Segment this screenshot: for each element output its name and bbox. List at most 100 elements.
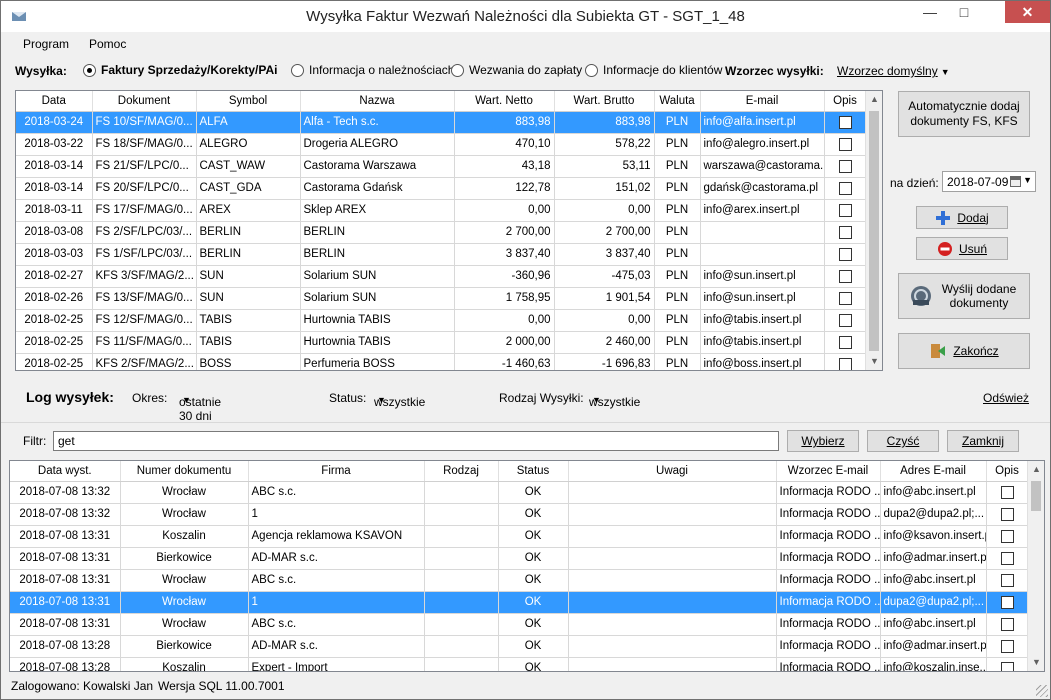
- opis-checkbox[interactable]: [838, 225, 852, 239]
- resize-grip[interactable]: [1036, 685, 1048, 697]
- doc-row[interactable]: 2018-03-14 FS 20/SF/LPC/0... CAST_GDA Casto…: [16, 177, 867, 200]
- opis-checkbox[interactable]: [1000, 507, 1014, 521]
- doc-row[interactable]: 2018-03-08 FS 2/SF/LPC/03/... BERLIN BERLIN…: [16, 221, 867, 244]
- opis-checkbox[interactable]: [838, 269, 852, 283]
- doc-row[interactable]: 2018-02-25 KFS 2/SF/MAG/2... BOSS Perfumeri…: [16, 353, 867, 370]
- doc-row[interactable]: 2018-02-25 FS 12/SF/MAG/0... TABIS Hurtowni…: [16, 309, 867, 332]
- doc-header-1[interactable]: Dokument: [92, 91, 197, 112]
- doc-header-4[interactable]: Wart. Netto: [454, 91, 555, 112]
- doc-row[interactable]: 2018-02-27 KFS 3/SF/MAG/2... SUN Solarium S…: [16, 265, 867, 288]
- wyslij-button[interactable]: Wyślij dodane dokumenty: [898, 273, 1030, 319]
- czysc-button[interactable]: Czyść: [867, 430, 939, 452]
- opis-checkbox[interactable]: [838, 357, 852, 370]
- radio-informacja-dot[interactable]: [291, 63, 304, 77]
- radio-wezwania[interactable]: Wezwania do zapłaty: [451, 63, 582, 77]
- doc-opis-cell: [824, 155, 867, 178]
- zakoncz-button[interactable]: Zakończ: [898, 333, 1030, 369]
- opis-checkbox[interactable]: [838, 203, 852, 217]
- log-row[interactable]: 2018-07-08 13:31 Koszalin Agencja reklamow…: [10, 525, 1029, 548]
- scroll-thumb[interactable]: [869, 111, 879, 351]
- log-row[interactable]: 2018-07-08 13:31 Wrocław ABC s.c. OK Informa…: [10, 569, 1029, 592]
- log-row[interactable]: 2018-07-08 13:31 Wrocław ABC s.c. OK Informa…: [10, 613, 1029, 636]
- doc-row[interactable]: 2018-03-11 FS 17/SF/MAG/0... AREX Sklep ARE…: [16, 199, 867, 222]
- opis-checkbox[interactable]: [1000, 529, 1014, 543]
- log-cell: [568, 635, 777, 658]
- log-row[interactable]: 2018-07-08 13:31 Wrocław 1 OK Informacja ROD…: [10, 591, 1029, 614]
- date-picker[interactable]: 2018-07-09 ▼: [942, 171, 1036, 192]
- log-header-3[interactable]: Rodzaj: [424, 461, 499, 482]
- opis-checkbox[interactable]: [1000, 661, 1014, 671]
- log-header-6[interactable]: Wzorzec E-mail: [776, 461, 881, 482]
- scroll-up-icon[interactable]: ▲: [866, 91, 882, 108]
- opis-checkbox[interactable]: [838, 115, 852, 129]
- zamknij-button[interactable]: Zamknij: [947, 430, 1019, 452]
- log-header-2[interactable]: Firma: [248, 461, 425, 482]
- odswiez-link[interactable]: Odśwież: [983, 391, 1029, 405]
- log-header-1[interactable]: Numer dokumentu: [120, 461, 249, 482]
- opis-checkbox[interactable]: [838, 335, 852, 349]
- scroll-thumb[interactable]: [1031, 481, 1041, 511]
- log-cell: ABC s.c.: [248, 481, 425, 504]
- radio-wezwania-dot[interactable]: [451, 63, 464, 77]
- doc-header-8[interactable]: Opis: [824, 91, 867, 112]
- log-row[interactable]: 2018-07-08 13:32 Wrocław 1 OK Informacja ROD…: [10, 503, 1029, 526]
- opis-checkbox[interactable]: [838, 137, 852, 151]
- auto-add-button[interactable]: Automatycznie dodaj dokumenty FS, KFS: [898, 91, 1030, 137]
- log-header-8[interactable]: Opis: [986, 461, 1029, 482]
- opis-checkbox[interactable]: [1000, 639, 1014, 653]
- radio-faktury[interactable]: Faktury Sprzedaży/Korekty/PAi: [83, 63, 278, 77]
- doc-row[interactable]: 2018-02-26 FS 13/SF/MAG/0... SUN Solarium S…: [16, 287, 867, 310]
- log-row[interactable]: 2018-07-08 13:31 Bierkowice AD-MAR s.c. OK I…: [10, 547, 1029, 570]
- opis-checkbox[interactable]: [838, 291, 852, 305]
- maximize-button[interactable]: □: [947, 1, 981, 23]
- wzorzec-dropdown[interactable]: Wzorzec domyślny ▼: [837, 64, 950, 78]
- scroll-down-icon[interactable]: ▼: [866, 353, 882, 370]
- radio-informacje-klienci[interactable]: Informacje do klientów: [585, 63, 722, 77]
- minimize-button[interactable]: —: [913, 1, 947, 23]
- log-header-7[interactable]: Adres E-mail: [880, 461, 987, 482]
- opis-checkbox[interactable]: [1000, 573, 1014, 587]
- opis-checkbox[interactable]: [1000, 485, 1014, 499]
- radio-informacje-klienci-dot[interactable]: [585, 63, 598, 77]
- doc-header-7[interactable]: E-mail: [700, 91, 825, 112]
- log-row[interactable]: 2018-07-08 13:32 Wrocław ABC s.c. OK Informa…: [10, 481, 1029, 504]
- log-header-4[interactable]: Status: [498, 461, 569, 482]
- log-header-5[interactable]: Uwagi: [568, 461, 777, 482]
- opis-checkbox[interactable]: [1000, 595, 1014, 609]
- scroll-down-icon[interactable]: ▼: [1028, 654, 1044, 671]
- opis-checkbox[interactable]: [838, 247, 852, 261]
- usun-button[interactable]: Usuń: [916, 237, 1008, 260]
- filter-input[interactable]: get: [53, 431, 779, 451]
- opis-checkbox[interactable]: [1000, 551, 1014, 565]
- opis-checkbox[interactable]: [838, 313, 852, 327]
- doc-row[interactable]: 2018-03-24 FS 10/SF/MAG/0... ALFA Alfa - Te…: [16, 111, 867, 134]
- opis-checkbox[interactable]: [838, 159, 852, 173]
- log-row[interactable]: 2018-07-08 13:28 Bierkowice AD-MAR s.c. OK I…: [10, 635, 1029, 658]
- opis-checkbox[interactable]: [1000, 617, 1014, 631]
- doc-header-2[interactable]: Symbol: [196, 91, 301, 112]
- log-scrollbar[interactable]: ▲ ▼: [1027, 461, 1044, 671]
- menu-pomoc[interactable]: Pomoc: [89, 37, 126, 51]
- doc-row[interactable]: 2018-03-03 FS 1/SF/LPC/03/... BERLIN BERLIN…: [16, 243, 867, 266]
- scroll-up-icon[interactable]: ▲: [1028, 461, 1044, 478]
- doc-row[interactable]: 2018-03-22 FS 18/SF/MAG/0... ALEGRO Drogeri…: [16, 133, 867, 156]
- doc-row[interactable]: 2018-03-14 FS 21/SF/LPC/0... CAST_WAW Casto…: [16, 155, 867, 178]
- auto-add-label: Automatycznie dodaj dokumenty FS, KFS: [908, 99, 1020, 128]
- wybierz-button[interactable]: Wybierz: [787, 430, 859, 452]
- dodaj-button[interactable]: Dodaj: [916, 206, 1008, 229]
- status-user: Zalogowano: Kowalski Jan: [11, 679, 154, 693]
- radio-informacja[interactable]: Informacja o należnościach: [291, 63, 454, 77]
- log-header-0[interactable]: Data wyst.: [10, 461, 121, 482]
- doc-header-3[interactable]: Nazwa: [300, 91, 455, 112]
- log-row[interactable]: 2018-07-08 13:28 Koszalin Expert - Import O…: [10, 657, 1029, 671]
- documents-scrollbar[interactable]: ▲ ▼: [865, 91, 882, 370]
- doc-cell: PLN: [654, 287, 701, 310]
- close-button[interactable]: ✕: [1005, 1, 1050, 23]
- doc-row[interactable]: 2018-02-25 FS 11/SF/MAG/0... TABIS Hurtowni…: [16, 331, 867, 354]
- doc-header-6[interactable]: Waluta: [654, 91, 701, 112]
- doc-header-0[interactable]: Data: [16, 91, 93, 112]
- menu-program[interactable]: Program: [23, 37, 69, 51]
- opis-checkbox[interactable]: [838, 181, 852, 195]
- radio-faktury-dot[interactable]: [83, 63, 96, 77]
- doc-header-5[interactable]: Wart. Brutto: [554, 91, 655, 112]
